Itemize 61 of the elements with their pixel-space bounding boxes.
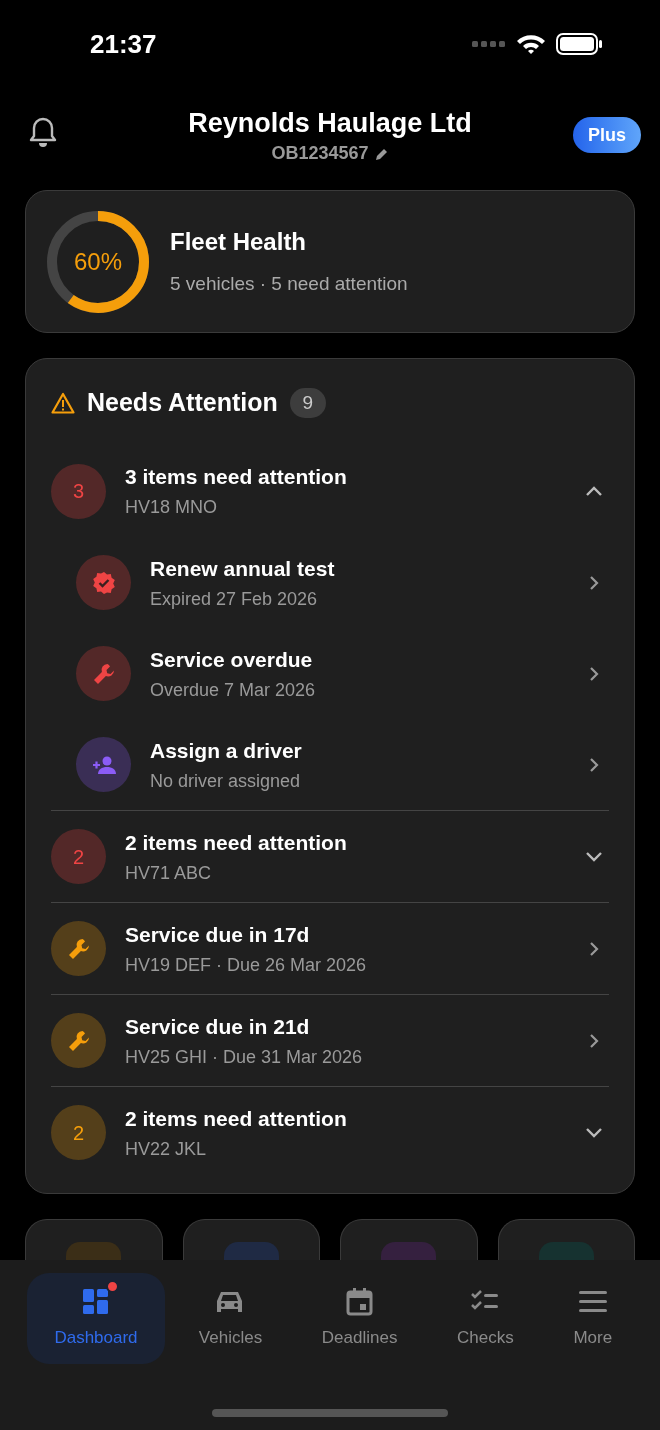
status-time: 21:37 <box>90 27 157 61</box>
item-subtitle: HV71 ABC <box>125 861 213 885</box>
tab-deadlines[interactable]: Deadlines <box>296 1273 424 1364</box>
chevron-right-icon[interactable] <box>589 665 599 682</box>
item-subtitle: HV18 MNO <box>125 496 219 519</box>
fleet-health-card[interactable]: 60% Fleet Health 5 vehicles · 5 need attention <box>25 190 635 333</box>
vehicle-group-row[interactable]: 3 3 items need attention HV18 MNO <box>51 445 609 537</box>
battery-icon <box>556 33 602 55</box>
shortcut-tile[interactable] <box>340 1219 478 1261</box>
vehicle-group-row[interactable]: 2 2 items need attention HV71 ABC <box>51 810 609 902</box>
item-title: Service overdue <box>150 646 314 673</box>
item-subtitle: HV22 JKL <box>125 1137 208 1161</box>
warning-icon <box>51 392 75 414</box>
tab-checks[interactable]: Checks <box>431 1273 540 1364</box>
item-title: 2 items need attention <box>125 1105 348 1132</box>
wifi-icon <box>516 33 546 55</box>
item-title: 3 items need attention <box>125 464 348 490</box>
shortcut-tile[interactable] <box>182 1219 320 1261</box>
item-subtitle: Overdue 7 Mar 2026 <box>150 678 317 702</box>
pencil-icon[interactable] <box>374 146 389 161</box>
vehicle-group-row[interactable]: 2 2 items need attention HV22 JKL <box>51 1086 609 1178</box>
plan-badge[interactable]: Plus <box>573 117 641 153</box>
bell-icon[interactable] <box>28 116 58 148</box>
item-title: Assign a driver <box>150 737 303 764</box>
operator-licence-number: OB1234567 <box>271 142 369 165</box>
dashboard-icon <box>81 1286 111 1317</box>
shortcut-tile[interactable] <box>25 1219 163 1261</box>
item-title: Service due in 17d <box>125 921 311 948</box>
count-number: 3 <box>72 479 85 503</box>
item-title: 2 items need attention <box>125 829 348 856</box>
company-name: Reynolds Haulage Ltd <box>188 107 472 140</box>
tab-more[interactable]: More <box>547 1273 638 1364</box>
attention-item[interactable]: Service due in 21d HV25 GHI · Due 31 Mar 2026 <box>51 994 609 1086</box>
item-title: Renew annual test <box>150 555 336 582</box>
attention-item[interactable]: Renew annual test Expired 27 Feb 2026 <box>51 537 609 628</box>
shortcut-tile[interactable] <box>497 1219 635 1261</box>
chevron-right-icon[interactable] <box>589 940 599 957</box>
count-number: 2 <box>72 1120 85 1145</box>
signal-icon <box>472 40 506 48</box>
card-title: Fleet Health <box>170 227 308 258</box>
chevron-right-icon[interactable] <box>589 1032 599 1049</box>
chevron-down-icon[interactable] <box>585 1127 603 1138</box>
item-subtitle: HV25 GHI · Due 31 Mar 2026 <box>125 1045 364 1069</box>
item-subtitle: HV19 DEF · Due 26 Mar 2026 <box>125 953 368 977</box>
chevron-right-icon[interactable] <box>589 574 599 591</box>
health-percent: 60% <box>74 247 122 276</box>
section-title: Needs Attention <box>87 387 278 419</box>
attention-item[interactable]: Service overdue Overdue 7 Mar 2026 <box>51 628 609 719</box>
item-subtitle: Expired 27 Feb 2026 <box>150 587 319 611</box>
chevron-right-icon[interactable] <box>589 756 599 773</box>
chevron-up-icon[interactable] <box>585 485 603 497</box>
card-summary: 5 vehicles · 5 need attention <box>170 272 408 297</box>
tab-vehicles[interactable]: Vehicles <box>173 1273 288 1364</box>
calendar-icon <box>344 1286 375 1317</box>
attention-item[interactable]: Assign a driver No driver assigned <box>51 719 609 810</box>
attention-item[interactable]: Service due in 17d HV19 DEF · Due 26 Mar 2026 <box>51 902 609 994</box>
count-badge: 9 <box>289 388 326 418</box>
chevron-down-icon[interactable] <box>585 851 603 862</box>
item-title: Service due in 21d <box>125 1013 311 1040</box>
count-number: 2 <box>72 844 85 869</box>
item-subtitle: No driver assigned <box>150 769 302 793</box>
